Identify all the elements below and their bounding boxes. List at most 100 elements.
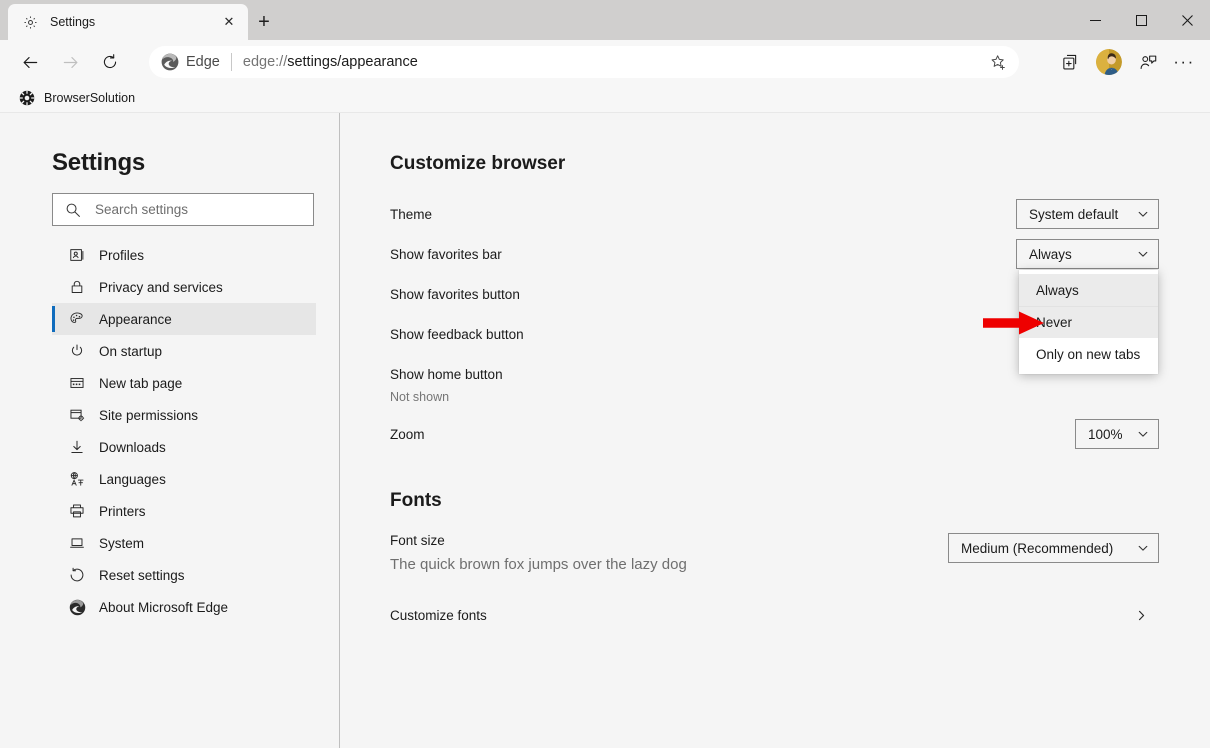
search-settings-box[interactable] xyxy=(52,193,314,226)
lock-icon xyxy=(68,278,86,296)
theme-label: Theme xyxy=(390,207,433,222)
theme-value: System default xyxy=(1029,206,1119,222)
download-arrow-icon xyxy=(68,438,86,456)
close-icon[interactable]: ✕ xyxy=(218,11,240,33)
new-tab-page-icon xyxy=(68,374,86,392)
zoom-value: 100% xyxy=(1088,426,1123,442)
favorites-bar: BrowserSolution xyxy=(0,84,1210,113)
font-size-dropdown[interactable]: Medium (Recommended) xyxy=(948,533,1159,563)
sidebar-item-label: Downloads xyxy=(99,439,166,455)
chevron-down-icon xyxy=(1137,248,1149,260)
sidebar-item-label: Printers xyxy=(99,503,146,519)
sidebar-item-printers[interactable]: Printers xyxy=(52,495,316,527)
sidebar-item-site-permissions[interactable]: Site permissions xyxy=(52,399,316,431)
edge-brand-label: Edge xyxy=(186,54,220,70)
settings-content: Customize browser Theme Show favorites b… xyxy=(341,113,1210,748)
font-size-sample-text: The quick brown fox jumps over the lazy … xyxy=(390,556,687,573)
sidebar-item-appearance[interactable]: Appearance xyxy=(52,303,316,335)
show-favorites-bar-label: Show favorites bar xyxy=(390,247,502,262)
edge-brand-badge: Edge xyxy=(161,53,220,71)
show-favorites-button-label: Show favorites button xyxy=(390,287,520,302)
star-add-icon[interactable] xyxy=(983,48,1013,76)
chevron-down-icon xyxy=(1137,428,1149,440)
sidebar-item-label: Profiles xyxy=(99,247,145,263)
sidebar-nav-list: Profiles Privacy and services Appearance… xyxy=(52,239,316,623)
chevron-right-icon[interactable] xyxy=(1126,600,1156,630)
reset-circular-arrow-icon xyxy=(68,566,86,584)
show-feedback-button-label: Show feedback button xyxy=(390,327,524,342)
sidebar-item-system[interactable]: System xyxy=(52,527,316,559)
section-heading-fonts: Fonts xyxy=(390,490,442,511)
omnibox-divider xyxy=(230,53,232,71)
edge-logo-icon xyxy=(161,53,179,71)
search-input[interactable] xyxy=(95,202,313,217)
sidebar-item-label: Languages xyxy=(99,471,166,487)
theme-dropdown[interactable]: System default xyxy=(1016,199,1159,229)
url-scheme: edge:// xyxy=(242,54,288,70)
show-home-button-status: Not shown xyxy=(390,390,450,404)
palette-icon xyxy=(68,310,86,328)
collections-icon[interactable] xyxy=(1052,46,1088,78)
avatar[interactable] xyxy=(1096,49,1122,75)
close-window-button[interactable] xyxy=(1164,0,1210,40)
annotation-arrow-icon xyxy=(983,310,1045,336)
settings-sidebar: Settings Profiles xyxy=(0,113,340,748)
refresh-button[interactable] xyxy=(93,45,127,79)
languages-icon xyxy=(68,470,86,488)
favorite-item-browsersolution[interactable]: BrowserSolution xyxy=(12,87,142,109)
url-text: edge://settings/appearance xyxy=(243,54,983,70)
sidebar-item-label: About Microsoft Edge xyxy=(99,599,229,615)
page-title: Settings xyxy=(52,149,146,176)
browser-window: Settings ✕ + Edge edge://settings/appear… xyxy=(0,0,1210,748)
user-feedback-icon[interactable] xyxy=(1130,46,1166,78)
sidebar-item-label: New tab page xyxy=(99,375,183,391)
toolbar-actions: ··· xyxy=(1052,46,1202,78)
new-tab-button[interactable]: + xyxy=(250,8,278,36)
chevron-down-icon xyxy=(1137,208,1149,220)
address-bar[interactable]: Edge edge://settings/appearance xyxy=(149,46,1019,78)
tab-title: Settings xyxy=(50,15,96,29)
search-icon xyxy=(65,202,83,218)
font-size-label: Font size xyxy=(390,533,445,548)
settings-page: Settings Profiles xyxy=(0,113,1210,748)
sidebar-item-privacy-and-services[interactable]: Privacy and services xyxy=(52,271,316,303)
printer-icon xyxy=(68,502,86,520)
show-home-button-label: Show home button xyxy=(390,367,503,382)
sidebar-item-reset-settings[interactable]: Reset settings xyxy=(52,559,316,591)
sidebar-item-new-tab-page[interactable]: New tab page xyxy=(52,367,316,399)
power-icon xyxy=(68,342,86,360)
forward-button[interactable] xyxy=(53,45,87,79)
sidebar-item-downloads[interactable]: Downloads xyxy=(52,431,316,463)
zoom-dropdown[interactable]: 100% xyxy=(1075,419,1159,449)
maximize-button[interactable] xyxy=(1118,0,1164,40)
sidebar-item-profiles[interactable]: Profiles xyxy=(52,239,316,271)
zoom-label: Zoom xyxy=(390,427,425,442)
laptop-icon xyxy=(68,534,86,552)
back-button[interactable] xyxy=(13,45,47,79)
show-favorites-bar-value: Always xyxy=(1029,246,1072,262)
sidebar-item-on-startup[interactable]: On startup xyxy=(52,335,316,367)
browser-tab-settings[interactable]: Settings ✕ xyxy=(8,4,248,40)
customize-fonts-label: Customize fonts xyxy=(390,608,487,623)
edge-logo-icon xyxy=(68,598,86,616)
gear-icon xyxy=(22,14,39,31)
site-permissions-icon xyxy=(68,406,86,424)
font-size-value: Medium (Recommended) xyxy=(961,540,1114,556)
dropdown-option-always[interactable]: Always xyxy=(1019,274,1158,306)
sidebar-item-label: Reset settings xyxy=(99,567,185,583)
more-options-button[interactable]: ··· xyxy=(1166,46,1202,78)
sidebar-item-languages[interactable]: Languages xyxy=(52,463,316,495)
browsersolution-favicon xyxy=(19,90,35,106)
sidebar-item-label: System xyxy=(99,535,145,551)
dropdown-option-only-on-new-tabs[interactable]: Only on new tabs xyxy=(1019,338,1158,370)
sidebar-item-label: Appearance xyxy=(99,311,172,327)
sidebar-item-about-microsoft-edge[interactable]: About Microsoft Edge xyxy=(52,591,316,623)
window-controls xyxy=(1072,0,1210,40)
title-bar: Settings ✕ + xyxy=(0,0,1210,40)
show-favorites-bar-dropdown[interactable]: Always xyxy=(1016,239,1159,269)
chevron-down-icon xyxy=(1137,542,1149,554)
section-heading-customize-browser: Customize browser xyxy=(390,153,566,174)
minimize-button[interactable] xyxy=(1072,0,1118,40)
url-path: settings/appearance xyxy=(287,54,418,70)
sidebar-item-label: Site permissions xyxy=(99,407,199,423)
